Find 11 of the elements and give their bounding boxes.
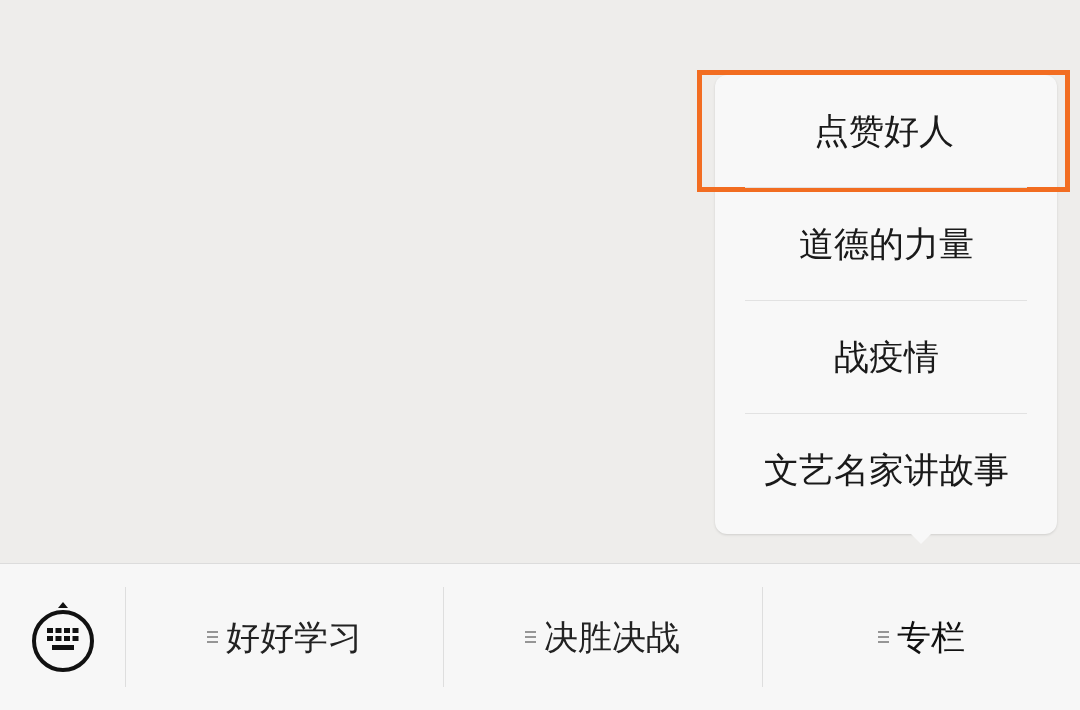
keyboard-icon xyxy=(30,601,95,673)
menu-icon xyxy=(525,630,537,644)
menu-tab[interactable]: 专栏 xyxy=(877,611,965,663)
menu-tab[interactable]: 决胜决战 xyxy=(525,611,681,663)
menu-icon xyxy=(877,630,889,644)
menu-item[interactable]: 战疫情 xyxy=(745,301,1027,413)
menu-item[interactable]: 道德的力量 xyxy=(745,188,1027,300)
menu-item[interactable]: 点赞好人 xyxy=(697,70,1070,192)
menu-tab[interactable]: 好好学习 xyxy=(207,611,363,663)
menu-item[interactable]: 文艺名家讲故事 xyxy=(745,414,1027,526)
menu-icon xyxy=(207,630,219,644)
